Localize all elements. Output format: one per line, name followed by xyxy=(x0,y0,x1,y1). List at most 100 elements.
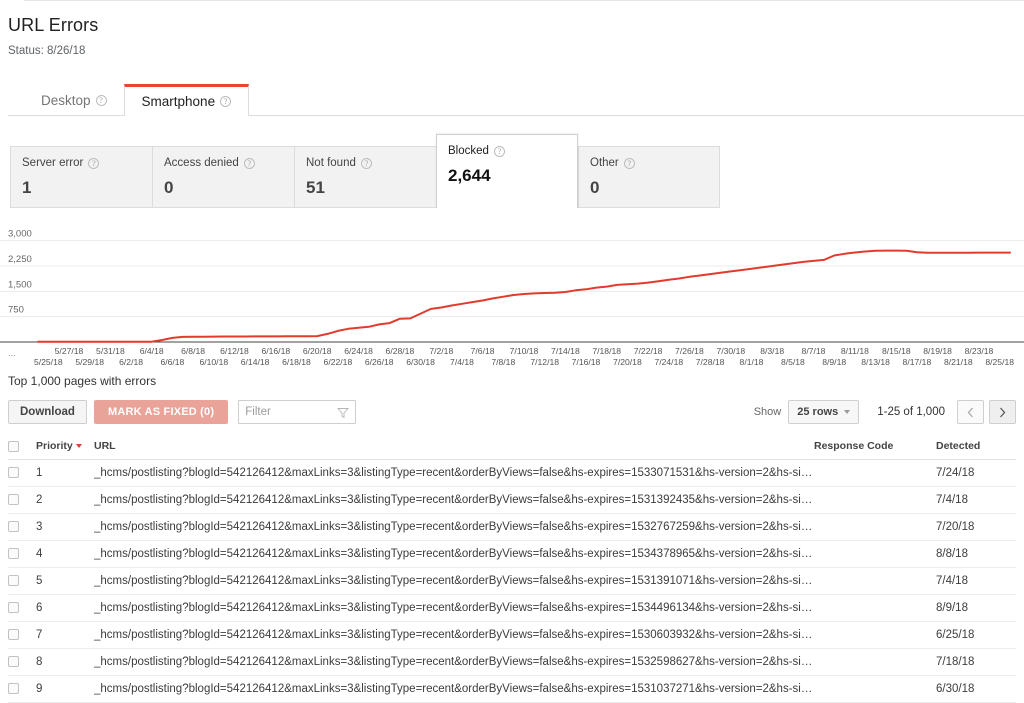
help-icon[interactable]: ? xyxy=(88,158,99,169)
cell-response-code xyxy=(814,541,936,568)
column-header-priority[interactable]: Priority xyxy=(36,435,94,460)
help-icon[interactable]: ? xyxy=(494,146,505,157)
help-icon[interactable]: ? xyxy=(96,95,107,106)
x-axis-tick-label: 7/30/18 xyxy=(716,346,745,356)
x-axis-tick-label: 6/8/18 xyxy=(181,346,205,356)
row-checkbox[interactable] xyxy=(8,575,19,586)
x-axis-tick-label: 5/25/18 xyxy=(34,357,63,367)
row-checkbox[interactable] xyxy=(8,629,19,640)
next-page-button[interactable] xyxy=(989,400,1016,424)
rows-per-page-value: 25 rows xyxy=(797,406,838,418)
card-label-text: Blocked xyxy=(448,144,489,158)
y-axis-tick-label: 1,500 xyxy=(8,279,32,290)
x-axis-tick-label: 7/4/18 xyxy=(450,357,474,367)
x-axis-leading-ellipsis: ... xyxy=(8,348,16,358)
row-select-cell xyxy=(8,487,36,514)
row-checkbox[interactable] xyxy=(8,521,19,532)
table-row[interactable]: 1_hcms/postlisting?blogId=542126412&maxL… xyxy=(8,460,1016,487)
page-title: URL Errors xyxy=(8,14,1024,36)
x-axis-tick-label: 7/26/18 xyxy=(675,346,704,356)
help-icon[interactable]: ? xyxy=(220,96,231,107)
x-axis-tick-label: 8/7/18 xyxy=(802,346,826,356)
table-row[interactable]: 2_hcms/postlisting?blogId=542126412&maxL… xyxy=(8,487,1016,514)
cell-priority: 9 xyxy=(36,676,94,703)
x-axis-tick-label: 6/12/18 xyxy=(220,346,249,356)
table-row[interactable]: 6_hcms/postlisting?blogId=542126412&maxL… xyxy=(8,595,1016,622)
cell-url: _hcms/postlisting?blogId=542126412&maxLi… xyxy=(94,514,814,541)
rows-per-page-select[interactable]: 25 rows xyxy=(788,400,859,424)
help-icon[interactable]: ? xyxy=(244,158,255,169)
card-label: Not found? xyxy=(306,156,436,170)
help-icon[interactable]: ? xyxy=(361,158,372,169)
x-axis-tick-label: 8/21/18 xyxy=(944,357,973,367)
cell-priority: 8 xyxy=(36,649,94,676)
tab-smartphone[interactable]: Smartphone? xyxy=(124,84,250,116)
row-select-cell xyxy=(8,622,36,649)
card-blocked[interactable]: Blocked?2,644 xyxy=(436,134,578,208)
x-axis-tick-label: 6/18/18 xyxy=(282,357,311,367)
column-header-response-code[interactable]: Response Code xyxy=(814,435,936,460)
table-row[interactable]: 5_hcms/postlisting?blogId=542126412&maxL… xyxy=(8,568,1016,595)
x-axis-tick-label: 5/29/18 xyxy=(75,357,104,367)
cell-detected: 7/24/18 xyxy=(936,460,1016,487)
x-axis-tick-label: 8/25/18 xyxy=(985,357,1014,367)
column-header-detected[interactable]: Detected xyxy=(936,435,1016,460)
x-axis-tick-label: 8/1/18 xyxy=(740,357,764,367)
x-axis-tick-label: 7/14/18 xyxy=(551,346,580,356)
card-server-error[interactable]: Server error?1 xyxy=(10,146,152,208)
table-row[interactable]: 7_hcms/postlisting?blogId=542126412&maxL… xyxy=(8,622,1016,649)
select-all-checkbox[interactable] xyxy=(8,441,19,452)
row-select-cell xyxy=(8,460,36,487)
table-row[interactable]: 3_hcms/postlisting?blogId=542126412&maxL… xyxy=(8,514,1016,541)
row-checkbox[interactable] xyxy=(8,683,19,694)
row-select-cell xyxy=(8,676,36,703)
row-checkbox[interactable] xyxy=(8,602,19,613)
row-checkbox[interactable] xyxy=(8,656,19,667)
chevron-right-icon xyxy=(999,407,1006,418)
row-checkbox[interactable] xyxy=(8,494,19,505)
cell-priority: 3 xyxy=(36,514,94,541)
x-axis-tick-label: 7/6/18 xyxy=(471,346,495,356)
x-axis-tick-label: 6/10/18 xyxy=(199,357,228,367)
tab-list: Desktop?Smartphone? xyxy=(0,84,1024,116)
table-row[interactable]: 8_hcms/postlisting?blogId=542126412&maxL… xyxy=(8,649,1016,676)
cell-priority: 1 xyxy=(36,460,94,487)
card-label-text: Access denied xyxy=(164,156,239,170)
cell-response-code xyxy=(814,460,936,487)
cell-response-code xyxy=(814,649,936,676)
cell-url: _hcms/postlisting?blogId=542126412&maxLi… xyxy=(94,460,814,487)
card-access-denied[interactable]: Access denied?0 xyxy=(152,146,294,208)
errors-table: Priority URL Response Code Detected 1_hc… xyxy=(8,435,1016,703)
tab-desktop[interactable]: Desktop? xyxy=(24,85,124,116)
cell-priority: 2 xyxy=(36,487,94,514)
help-icon[interactable]: ? xyxy=(624,158,635,169)
x-axis-tick-label: 5/31/18 xyxy=(96,346,125,356)
mark-as-fixed-button[interactable]: MARK AS FIXED (0) xyxy=(94,400,228,424)
pagination-range: 1-25 of 1,000 xyxy=(877,406,945,418)
table-row[interactable]: 9_hcms/postlisting?blogId=542126412&maxL… xyxy=(8,676,1016,703)
previous-page-button[interactable] xyxy=(957,400,984,424)
x-axis-tick-label: 6/4/18 xyxy=(140,346,164,356)
row-select-cell xyxy=(8,514,36,541)
column-header-url[interactable]: URL xyxy=(94,435,814,460)
card-other[interactable]: Other?0 xyxy=(578,146,720,208)
cell-url: _hcms/postlisting?blogId=542126412&maxLi… xyxy=(94,568,814,595)
tab-label: Desktop xyxy=(41,85,91,116)
cell-detected: 6/25/18 xyxy=(936,622,1016,649)
x-axis-tick-label: 7/2/18 xyxy=(429,346,453,356)
download-button[interactable]: Download xyxy=(8,400,87,424)
table-header-row: Priority URL Response Code Detected xyxy=(8,435,1016,460)
card-label: Access denied? xyxy=(164,156,294,170)
chevron-down-icon xyxy=(844,410,850,414)
select-all-header xyxy=(8,435,36,460)
cell-detected: 7/4/18 xyxy=(936,487,1016,514)
row-checkbox[interactable] xyxy=(8,548,19,559)
card-not-found[interactable]: Not found?51 xyxy=(294,146,436,208)
table-row[interactable]: 4_hcms/postlisting?blogId=542126412&maxL… xyxy=(8,541,1016,568)
x-axis-tick-label: 8/9/18 xyxy=(822,357,846,367)
x-axis-tick-label: 7/20/18 xyxy=(613,357,642,367)
row-select-cell xyxy=(8,568,36,595)
filter-field[interactable] xyxy=(238,400,356,424)
row-checkbox[interactable] xyxy=(8,467,19,478)
cell-url: _hcms/postlisting?blogId=542126412&maxLi… xyxy=(94,622,814,649)
